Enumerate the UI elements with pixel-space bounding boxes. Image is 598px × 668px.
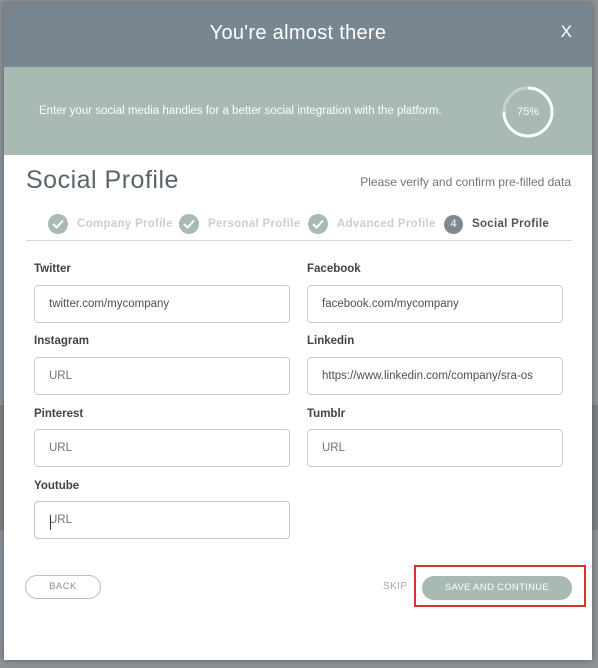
twitter-label: Twitter — [34, 263, 71, 275]
facebook-label: Facebook — [307, 263, 361, 275]
step-company-profile[interactable]: Company Profile — [48, 213, 173, 235]
pinterest-label: Pinterest — [34, 408, 84, 420]
youtube-label: Youtube — [34, 480, 80, 492]
page-title: Social Profile — [26, 166, 179, 194]
tumblr-field[interactable] — [307, 429, 563, 467]
tumblr-label: Tumblr — [307, 408, 346, 420]
step-number-badge: 4 — [444, 214, 463, 234]
step-social-profile[interactable]: 4 Social Profile — [444, 213, 549, 235]
check-icon — [308, 214, 328, 234]
instagram-field[interactable] — [34, 357, 290, 395]
modal-title: You're almost there — [209, 22, 387, 44]
skip-link[interactable]: SKIP — [383, 581, 407, 592]
youtube-field[interactable] — [34, 501, 290, 539]
step-label: Social Profile — [472, 218, 550, 230]
facebook-field[interactable] — [307, 285, 563, 323]
progress-ring: 75% — [501, 85, 555, 139]
check-icon — [179, 214, 199, 234]
pinterest-field[interactable] — [34, 429, 290, 467]
check-icon — [48, 214, 68, 234]
info-banner: Enter your social media handles for a be… — [4, 67, 592, 155]
verify-note: Please verify and confirm pre-filled dat… — [360, 175, 571, 189]
text-cursor — [50, 516, 51, 530]
linkedin-label: Linkedin — [307, 335, 355, 347]
progress-percent: 75% — [516, 106, 540, 118]
modal-header: You're almost there X — [4, 4, 592, 67]
step-label: Personal Profile — [208, 218, 301, 230]
banner-message: Enter your social media handles for a be… — [39, 105, 442, 117]
step-personal-profile[interactable]: Personal Profile — [179, 213, 300, 235]
close-button[interactable]: X — [561, 22, 572, 42]
back-button[interactable]: BACK — [25, 575, 101, 599]
step-label: Advanced Profile — [337, 218, 436, 230]
save-and-continue-button[interactable]: SAVE AND CONTINUE — [422, 576, 572, 600]
progress-stepper: Company Profile Personal Profile Advance… — [26, 210, 572, 241]
linkedin-field[interactable] — [307, 357, 563, 395]
twitter-field[interactable] — [34, 285, 290, 323]
step-advanced-profile[interactable]: Advanced Profile — [308, 213, 436, 235]
step-label: Company Profile — [77, 218, 173, 230]
instagram-label: Instagram — [34, 335, 89, 347]
onboarding-modal: You're almost there X Enter your social … — [4, 4, 592, 660]
